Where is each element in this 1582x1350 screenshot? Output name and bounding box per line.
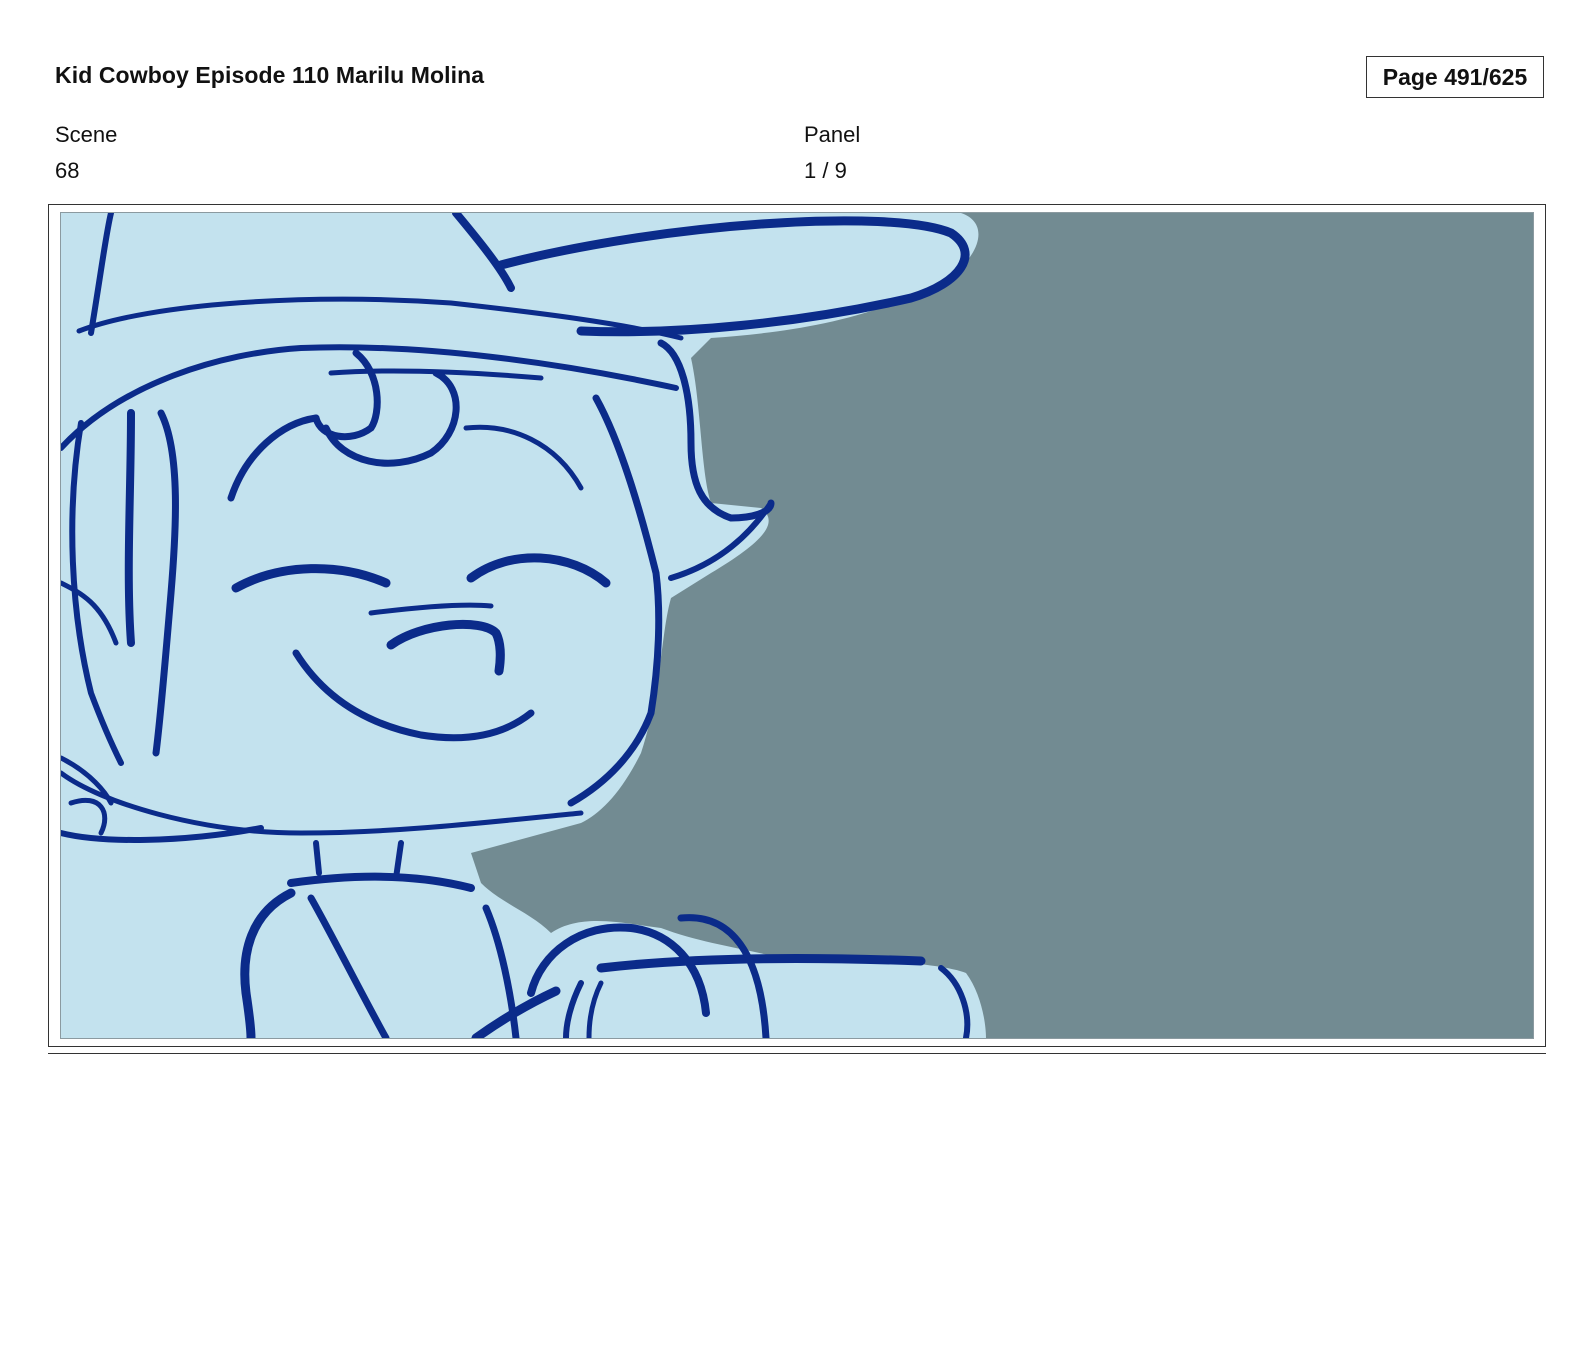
cowboy-kid-sketch-image xyxy=(61,213,1533,1038)
page-number-badge: Page 491/625 xyxy=(1366,56,1544,98)
panel-label: Panel xyxy=(804,122,861,147)
document-title: Kid Cowboy Episode 110 Marilu Molina xyxy=(55,62,485,88)
panel-value: 1 / 9 xyxy=(804,158,847,183)
page-divider xyxy=(48,1053,1546,1054)
scene-value: 68 xyxy=(55,158,80,183)
storyboard-panel-image xyxy=(60,212,1534,1039)
scene-label: Scene xyxy=(55,122,118,147)
storyboard-frame xyxy=(48,204,1546,1047)
